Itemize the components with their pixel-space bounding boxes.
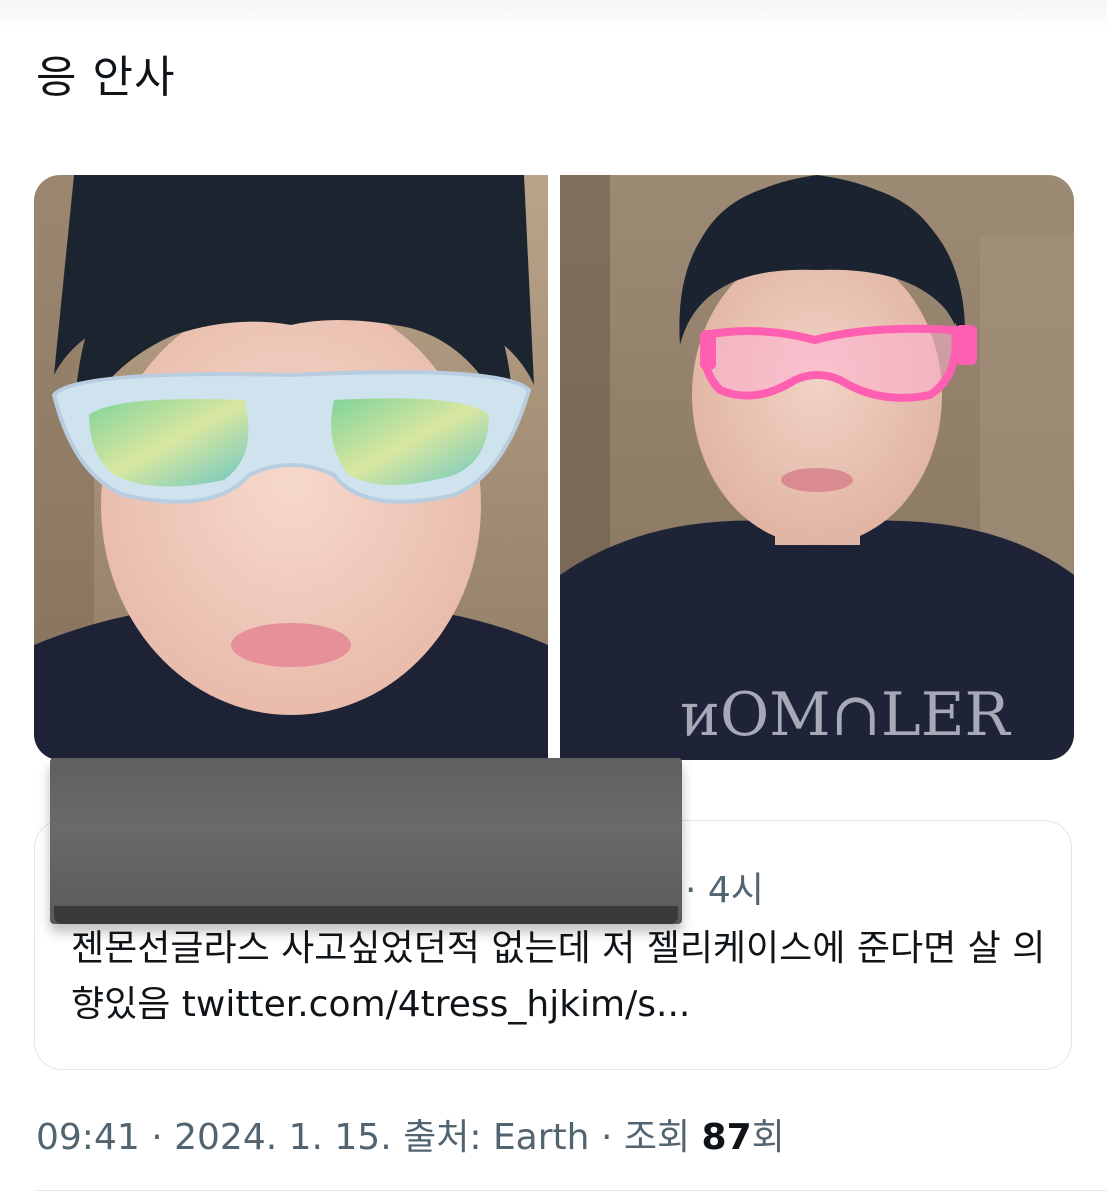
quoted-tweet-text: 젠몬선글라스 사고싶었던적 없는데 저 젤리케이스에 준다면 살 의향있음 tw… bbox=[71, 928, 1046, 1025]
photo-right[interactable]: ᴎOM∩LER bbox=[560, 175, 1074, 760]
tweet-date[interactable]: 2024. 1. 15. bbox=[174, 1117, 392, 1158]
tweet-text: 응 안사 bbox=[36, 52, 176, 103]
redaction-box bbox=[50, 758, 682, 924]
photo-left[interactable] bbox=[34, 175, 548, 760]
source-value: Earth bbox=[492, 1117, 590, 1158]
views-suffix: 회 bbox=[751, 1117, 785, 1158]
quoted-time-separator: · bbox=[685, 870, 697, 911]
quoted-tweet-header: · 4시 bbox=[685, 861, 764, 913]
meta-separator: · bbox=[151, 1117, 163, 1158]
views-label: 조회 bbox=[623, 1117, 691, 1158]
svg-text:ᴎOM∩LER: ᴎOM∩LER bbox=[680, 680, 1012, 750]
views-count: 87 bbox=[701, 1117, 752, 1158]
bottom-divider bbox=[36, 1190, 1107, 1191]
media-grid[interactable]: ᴎOM∩LER bbox=[34, 175, 1074, 760]
top-fade bbox=[0, 0, 1107, 30]
tweet-time[interactable]: 09:41 bbox=[36, 1117, 140, 1158]
quoted-tweet-time[interactable]: 4시 bbox=[708, 870, 764, 911]
meta-separator-2: · bbox=[600, 1117, 613, 1158]
source-label: 출처: bbox=[403, 1117, 482, 1158]
redaction-box-shadow bbox=[54, 906, 678, 924]
tweet-meta: 09:41 · 2024. 1. 15. 출처: Earth · 조회 87회 bbox=[36, 1108, 785, 1160]
